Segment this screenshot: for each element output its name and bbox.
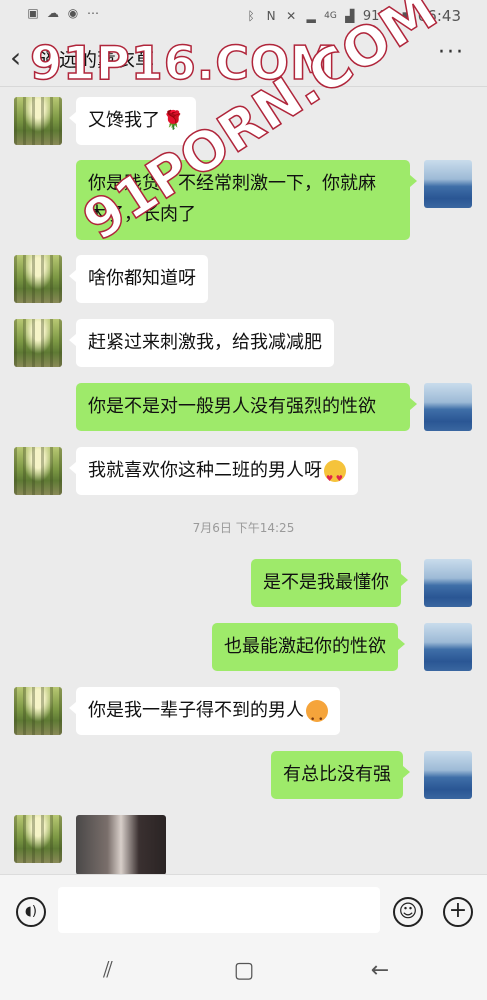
image-message[interactable]	[76, 815, 166, 874]
message-bubble-outgoing[interactable]: 你是不是对一般男人没有强烈的性欲	[76, 383, 417, 431]
contact-avatar[interactable]	[14, 255, 62, 303]
message-bubble-incoming[interactable]: 赶紧过来刺激我，给我减减肥	[69, 319, 334, 367]
more-dots-icon[interactable]: ···	[438, 40, 465, 65]
back-icon[interactable]: ←	[365, 958, 395, 983]
chevron-left-icon[interactable]: ‹	[10, 40, 38, 76]
message-bubble-incoming[interactable]: 啥你都知道呀	[69, 255, 208, 303]
message-text-line: 木了，长肉了	[88, 204, 196, 225]
voice-input-icon[interactable]: ◖)	[16, 897, 46, 927]
bluetooth-icon: ᛒ	[247, 8, 255, 23]
message-text: 是不是我最懂你	[263, 572, 389, 593]
home-icon[interactable]: ▢	[229, 958, 259, 983]
input-bar: ◖) ☺ +	[0, 874, 487, 945]
battery-icon: ▮	[401, 8, 409, 23]
chat-header: ‹ 遥远的薰衣草 ···	[0, 32, 487, 87]
more-notifications-icon: ⋯	[87, 6, 99, 20]
message-text: 也最能激起你的性欲	[224, 636, 386, 657]
blush-emoji-icon	[306, 700, 328, 737]
network-type: 4G	[324, 11, 337, 21]
clock: 06:43	[417, 7, 461, 25]
message-text: 又馋我了	[88, 110, 160, 131]
status-bar: ▣ ☁ ◉ ⋯ ᛒ N ✕ ▂ 4G ▟ 91% ▮ 06:43	[0, 0, 487, 32]
message-text: 我就喜欢你这种二班的男人呀	[88, 460, 322, 481]
gallery-icon: ▣	[27, 6, 39, 20]
message-bubble-incoming[interactable]: 我就喜欢你这种二班的男人呀	[69, 447, 358, 496]
recent-apps-icon[interactable]: ⫽	[93, 958, 123, 983]
message-bubble-outgoing[interactable]: 也最能激起你的性欲	[212, 623, 405, 671]
user-avatar[interactable]	[424, 623, 472, 671]
cloud-icon: ☁	[47, 6, 59, 20]
message-list[interactable]: 又馋我了 🌹 你是贱货，不经常刺激一下，你就麻 木了，长肉了 啥你都知道呀 赶紧过…	[0, 87, 487, 874]
chat-title: 遥远的薰衣草	[40, 49, 155, 71]
user-avatar[interactable]	[424, 383, 472, 431]
message-text: 啥你都知道呀	[88, 268, 196, 289]
battery-percent: 91%	[362, 8, 392, 24]
signal-icon: ▂	[306, 8, 316, 23]
user-avatar[interactable]	[424, 751, 472, 799]
contact-avatar[interactable]	[14, 815, 62, 863]
mute-icon: ✕	[286, 8, 297, 23]
contact-avatar[interactable]	[14, 319, 62, 367]
message-input[interactable]	[58, 887, 380, 933]
rose-emoji-icon: 🌹	[162, 110, 185, 131]
nfc-icon: N	[266, 8, 276, 23]
message-text: 你是我一辈子得不到的男人	[88, 700, 304, 721]
user-avatar[interactable]	[424, 559, 472, 607]
message-bubble-outgoing[interactable]: 有总比没有强	[271, 751, 410, 799]
message-text: 你是不是对一般男人没有强烈的性欲	[88, 396, 376, 417]
heart-eyes-emoji-icon	[324, 460, 346, 496]
message-bubble-outgoing[interactable]: 你是贱货，不经常刺激一下，你就麻 木了，长肉了	[76, 160, 417, 240]
message-text: 有总比没有强	[283, 764, 391, 785]
message-text: 赶紧过来刺激我，给我减减肥	[88, 332, 322, 353]
plus-icon[interactable]: +	[443, 897, 473, 927]
message-text-line: 你是贱货，不经常刺激一下，你就麻	[88, 173, 376, 194]
contact-avatar[interactable]	[14, 97, 62, 145]
signal-bars-icon: ▟	[345, 8, 355, 23]
location-icon: ◉	[67, 6, 79, 20]
message-bubble-incoming[interactable]: 又馋我了 🌹	[69, 97, 196, 145]
contact-avatar[interactable]	[14, 687, 62, 735]
message-timestamp: 7月6日 下午14:25	[192, 521, 295, 535]
message-bubble-outgoing[interactable]: 是不是我最懂你	[251, 559, 408, 607]
message-bubble-incoming[interactable]: 你是我一辈子得不到的男人	[69, 687, 340, 737]
user-avatar[interactable]	[424, 160, 472, 208]
contact-avatar[interactable]	[14, 447, 62, 495]
emoji-picker-icon[interactable]: ☺	[393, 897, 423, 927]
system-nav-bar: ⫽ ▢ ←	[0, 944, 487, 1000]
